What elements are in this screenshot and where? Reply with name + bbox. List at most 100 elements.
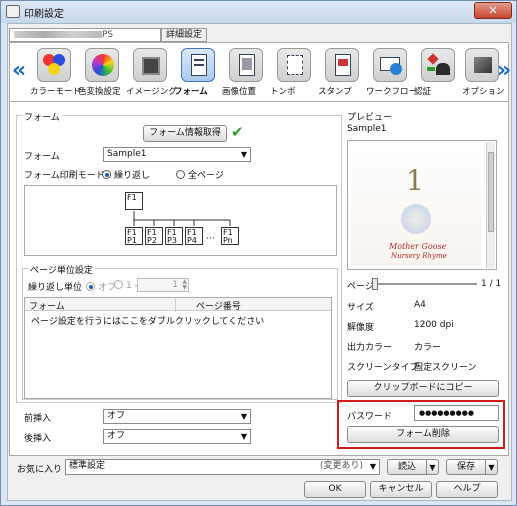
radio-unit-range[interactable]: 1 - <box>114 280 138 291</box>
authentication-icon <box>421 48 455 82</box>
preview-caption-1: Mother Goose <box>389 242 447 251</box>
form-select[interactable]: Sample1 ▼ <box>103 147 251 162</box>
preview-title: プレビュー <box>347 113 393 123</box>
goose-illustration <box>401 204 431 234</box>
radio-unselected-icon <box>176 170 185 179</box>
after-insert-select[interactable]: オフ ▼ <box>103 429 251 444</box>
size-label: サイズ <box>347 303 374 313</box>
workflow-icon <box>373 48 407 82</box>
scrollbar-thumb[interactable] <box>488 152 494 232</box>
diagram-page-p2: F1 P2 <box>145 227 163 245</box>
preview-caption-2: Nursery Rhyme <box>391 252 447 260</box>
title-bar: 印刷設定 ✕ <box>1 1 516 23</box>
tool-image-position[interactable]: 画像位置 <box>222 48 270 100</box>
tool-workflow[interactable]: ワークフロー <box>366 48 417 100</box>
diagram-page-p1: F1 P1 <box>125 227 143 245</box>
after-insert-label: 後挿入 <box>24 434 52 444</box>
diagram-page-pn: F1 Pn <box>221 227 239 245</box>
color-balls-icon <box>37 48 71 82</box>
form-print-mode-label: フォーム印刷モード <box>24 171 105 181</box>
stamp-document-icon <box>325 48 359 82</box>
radio-all-pages[interactable]: 全ページ <box>176 168 224 181</box>
tool-imaging[interactable]: イメージング <box>126 48 177 100</box>
radio-selected-icon <box>102 170 111 179</box>
chevron-down-icon: ▼ <box>240 432 247 441</box>
tool-stamp[interactable]: スタンプ <box>318 48 366 100</box>
slider-thumb[interactable] <box>372 278 378 290</box>
tool-form[interactable]: フォーム <box>174 48 222 100</box>
col-form-header[interactable]: フォーム <box>29 299 65 312</box>
fetch-form-info-button[interactable]: フォーム情報取得 <box>143 125 227 142</box>
chevron-down-icon: ▼ <box>369 462 376 471</box>
size-value: A4 <box>414 300 426 310</box>
output-color-value: カラー <box>414 343 442 353</box>
resolution-value: 1200 dpi <box>414 320 454 330</box>
chevron-down-icon[interactable]: ▼ <box>485 460 497 475</box>
tool-authentication[interactable]: 認証 <box>414 48 462 100</box>
before-insert-select[interactable]: オフ ▼ <box>103 409 251 424</box>
page-slider[interactable] <box>372 278 477 290</box>
spinner-arrows-icon: ▲ ▼ <box>182 278 187 291</box>
list-header: フォーム ページ番号 <box>25 298 331 312</box>
radio-unit-off[interactable]: オフ <box>86 280 116 293</box>
chevron-down-icon[interactable]: ▼ <box>426 460 438 475</box>
list-hint-text: ページ設定を行うにはここをダブルクリックしてください <box>31 317 265 327</box>
page-counter: 1 / 1 <box>481 279 502 289</box>
repeat-unit-label: 繰り返し単位 <box>28 283 83 293</box>
favorites-select[interactable]: 標準設定 (変更あり) ▼ <box>65 459 380 475</box>
diagram-ellipsis: ··· <box>206 234 215 244</box>
preview-name: Sample1 <box>347 124 387 134</box>
repeat-unit-spinner[interactable]: 1 ▲ ▼ <box>137 278 189 292</box>
output-color-label: 出力カラー <box>347 343 393 353</box>
tool-crop-marks[interactable]: トンボ <box>270 48 318 100</box>
resolution-label: 解像度 <box>347 323 375 333</box>
highlight-box <box>337 400 505 449</box>
imaging-icon <box>133 48 167 82</box>
form-repeat-diagram: F1 F1 P1 F1 P2 F1 P3 F1 P4 ··· F1 Pn <box>24 185 337 256</box>
tool-color-conversion[interactable]: 色変換設定 <box>78 48 126 100</box>
chevron-down-icon: ▼ <box>240 150 247 159</box>
radio-selected-icon <box>86 282 95 291</box>
page-slider-label: ページ <box>347 282 374 292</box>
tool-color-mode[interactable]: カラーモード <box>30 48 81 100</box>
page-unit-list[interactable]: フォーム ページ番号 ページ設定を行うにはここをダブルクリックしてください <box>24 297 332 399</box>
diagram-page-p4: F1 P4 <box>185 227 203 245</box>
crop-marks-icon <box>277 48 311 82</box>
print-settings-window: 印刷設定 ✕ PS 詳細設定 « カラーモード 色変換設定 イメージング フォー… <box>0 0 517 506</box>
feature-toolbar: « カラーモード 色変換設定 イメージング フォーム 画像位置 トンボ スタンプ… <box>9 42 511 102</box>
scroll-right-chevron-icon[interactable]: » <box>497 58 511 83</box>
help-button[interactable]: ヘルプ <box>436 481 498 498</box>
favorites-label: お気に入り <box>17 465 63 475</box>
scroll-left-chevron-icon[interactable]: « <box>12 58 26 83</box>
tool-options[interactable]: オプション <box>462 48 505 100</box>
cancel-button[interactable]: キャンセル <box>370 481 432 498</box>
page-unit-title: ページ単位設定 <box>28 263 95 276</box>
color-wheel-gear-icon <box>85 48 119 82</box>
redacted-printer-name <box>14 31 102 38</box>
screen-type-label: スクリーンタイプ <box>347 363 419 373</box>
diagram-arrows <box>133 211 231 226</box>
window-title: 印刷設定 <box>24 9 64 20</box>
col-page-number-header[interactable]: ページ番号 <box>175 299 241 312</box>
preview-page: 1 Mother Goose Nursery Rhyme <box>351 144 481 266</box>
check-icon: ✔ <box>231 123 244 141</box>
save-button[interactable]: 保存 ▼ <box>446 459 498 475</box>
form-label: フォーム <box>24 152 60 162</box>
load-button[interactable]: 読込 ▼ <box>387 459 439 475</box>
printer-icon <box>6 5 20 18</box>
form-group-title: フォーム <box>22 110 62 123</box>
options-cube-icon <box>465 48 499 82</box>
ok-button[interactable]: OK <box>304 481 366 498</box>
copy-to-clipboard-button[interactable]: クリップボードにコピー <box>347 380 499 397</box>
radio-repeat[interactable]: 繰り返し <box>102 168 150 181</box>
changed-note: (変更あり) <box>319 461 363 471</box>
diagram-page-p3: F1 P3 <box>165 227 183 245</box>
preview-scrollbar[interactable] <box>486 142 495 268</box>
radio-unselected-icon <box>114 280 123 289</box>
preview-big-digit: 1 <box>406 164 424 197</box>
tab-ps[interactable]: PS <box>9 28 161 42</box>
chevron-down-icon: ▼ <box>240 412 247 421</box>
preview-image: 1 Mother Goose Nursery Rhyme <box>347 140 497 270</box>
close-button[interactable]: ✕ <box>474 2 512 19</box>
tab-advanced[interactable]: 詳細設定 <box>161 28 208 42</box>
